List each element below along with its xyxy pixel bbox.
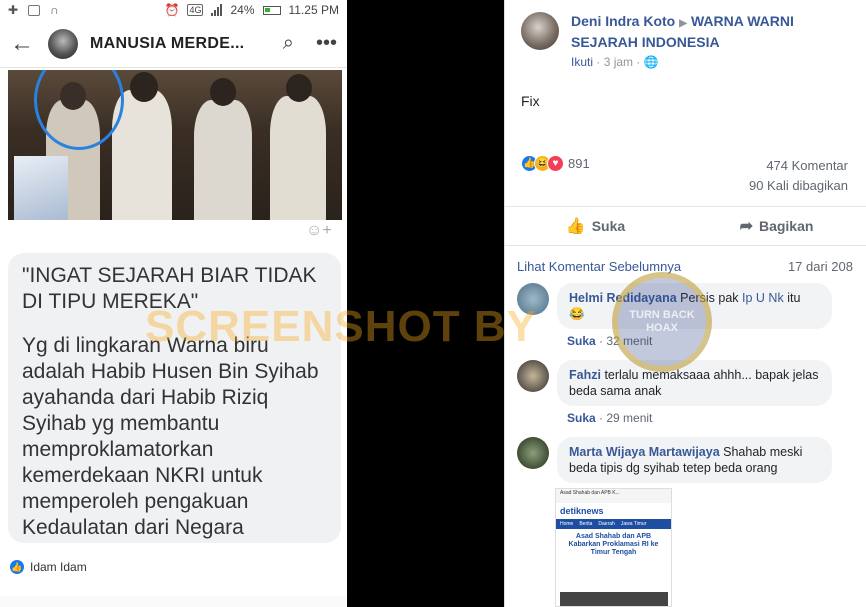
screenshot-root: ✚ ∩ ⏰ 4G 24% 11.25 PM ← MANUSIA MERDE...… — [0, 0, 866, 607]
post-time[interactable]: 3 jam — [604, 55, 633, 69]
article-photo — [560, 592, 668, 606]
signal-icon — [211, 4, 223, 16]
gallery-icon — [28, 4, 41, 16]
notification-plus-icon: ✚ — [8, 3, 19, 17]
like-button[interactable]: 👍 Suka — [505, 216, 686, 236]
group-avatar[interactable] — [48, 28, 78, 59]
alarm-icon: ⏰ — [164, 3, 180, 17]
phone-bottom-bar — [0, 596, 347, 607]
search-icon[interactable]: ⌕ — [283, 32, 294, 55]
message-bubble: "INGAT SEJARAH BIAR TIDAK DI TIPU MEREKA… — [8, 253, 341, 543]
thumbs-up-icon: 👍 — [565, 218, 586, 235]
article-headline: Asad Shahab dan APB Kabarkan Proklamasi … — [568, 533, 659, 556]
add-reaction-icon[interactable]: ☺+ — [306, 222, 332, 240]
shares-count[interactable]: 90 Kali dibagikan — [749, 176, 848, 196]
reaction-summary[interactable]: 👍 😆 ♥ 891 — [521, 155, 590, 172]
like-label: Suka — [591, 218, 626, 234]
shared-article-image[interactable]: Asad Shahab dan APB K... detiknews Home … — [555, 488, 672, 607]
commenter-avatar[interactable] — [517, 360, 549, 392]
comment-bubble: Marta Wijaya Martawijaya Shahab meski be… — [557, 437, 832, 483]
post-actions: 👍 Suka ➦ Bagikan — [505, 206, 866, 246]
message-body: Yg di lingkaran Warna biru adalah Habib … — [22, 334, 319, 539]
comment-text-after: itu — [787, 291, 801, 305]
nav-item: Daerah — [598, 521, 615, 527]
chat-header: ← MANUSIA MERDE... ⌕ ••• — [0, 20, 347, 68]
article-url-bar: Asad Shahab dan APB K... — [556, 489, 671, 503]
comment-text: terlalu memaksaaa ahhh... bapak jelas be… — [569, 368, 819, 398]
clock-time: 11.25 PM — [288, 3, 339, 17]
back-arrow-icon[interactable]: ← — [10, 30, 36, 58]
comment-actions: Suka · 29 menit — [567, 411, 653, 425]
post-meta: Ikuti · 3 jam · 🌐 — [571, 55, 659, 69]
message-reactor[interactable]: 👍 Idam Idam — [10, 560, 87, 574]
article-nav: Home Berita Daerah Jawa Timur — [556, 519, 671, 529]
share-arrow-icon: ➦ — [739, 218, 753, 235]
status-bar: ✚ ∩ ⏰ 4G 24% 11.25 PM — [0, 0, 347, 20]
commenter-avatar[interactable] — [517, 437, 549, 469]
commenter-name[interactable]: Marta Wijaya Martawijaya — [569, 445, 720, 459]
previous-comments-bar: Lihat Komentar Sebelumnya 17 dari 208 — [517, 259, 853, 274]
battery-icon — [262, 5, 281, 15]
comment-time[interactable]: 29 menit — [606, 411, 652, 425]
nav-item: Home — [560, 521, 574, 527]
headphone-icon: ∩ — [50, 3, 59, 17]
watermark-text: SCREENSHOT BY — [145, 302, 537, 351]
comment-bubble: Fahzi terlalu memaksaaa ahhh... bapak je… — [557, 360, 832, 406]
share-label: Bagikan — [758, 218, 814, 234]
post-text: Fix — [521, 93, 540, 109]
commenter-name[interactable]: Fahzi — [569, 368, 601, 382]
nav-item: Jawa Timur — [620, 521, 647, 527]
comments-position: 17 dari 208 — [787, 259, 853, 274]
reactor-name: Idam Idam — [30, 560, 87, 574]
more-options-icon[interactable]: ••• — [316, 32, 337, 55]
follow-link[interactable]: Ikuti — [571, 55, 593, 69]
reaction-count: 891 — [568, 156, 590, 171]
author-avatar[interactable] — [521, 12, 559, 50]
post-header: Deni Indra Koto ▶ WARNA WARNI SEJARAH INDO… — [521, 12, 831, 51]
comment-like-button[interactable]: Suka — [567, 334, 596, 348]
comments-count[interactable]: 474 Komentar — [749, 156, 848, 176]
network-badge: 4G — [187, 4, 204, 16]
chat-title[interactable]: MANUSIA MERDE... — [90, 35, 244, 53]
globe-icon: 🌐 — [643, 55, 659, 69]
comment-item: Marta Wijaya Martawijaya Shahab meski be… — [517, 437, 832, 483]
battery-percent: 24% — [230, 3, 255, 17]
seal-text: TURN BACK HOAX — [629, 309, 695, 334]
mentioned-user[interactable]: Ip U Nk — [742, 291, 784, 305]
comment-like-button[interactable]: Suka — [567, 411, 596, 425]
love-reaction-icon: ♥ — [547, 155, 564, 172]
laughing-emoji: 😂 — [569, 307, 585, 321]
like-icon: 👍 — [10, 560, 24, 574]
arrow-right-icon: ▶ — [679, 18, 687, 29]
inset-portrait — [14, 156, 68, 220]
author-name[interactable]: Deni Indra Koto — [571, 13, 675, 29]
turnbackhoax-seal: TURN BACK HOAX — [612, 272, 712, 372]
post-stats: 474 Komentar 90 Kali dibagikan — [749, 156, 848, 196]
detiknews-logo: detiknews — [560, 506, 604, 516]
share-button[interactable]: ➦ Bagikan — [686, 216, 866, 236]
historical-photo[interactable] — [8, 70, 342, 220]
nav-item: Berita — [579, 521, 593, 527]
